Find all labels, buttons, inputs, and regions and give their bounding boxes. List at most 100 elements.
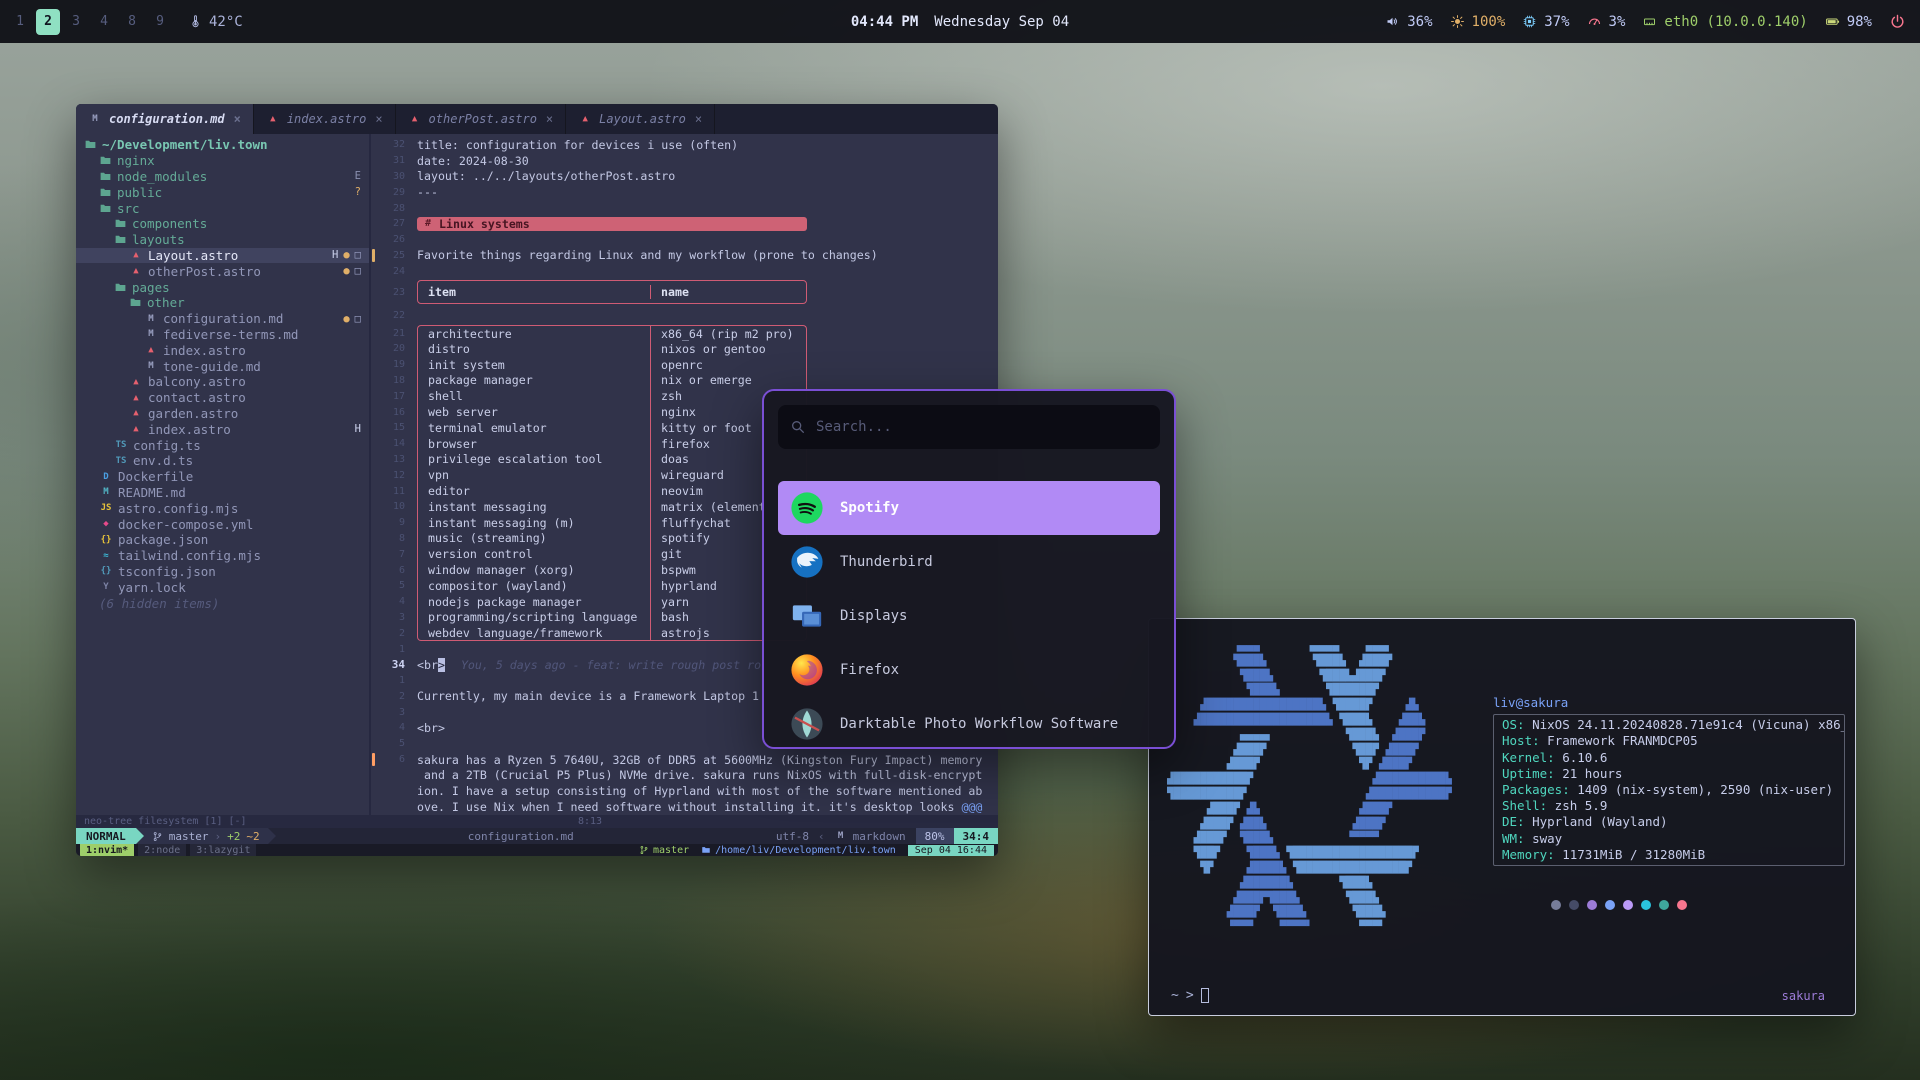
topbar-module-network[interactable]: eth0 (10.0.0.140) xyxy=(1642,14,1807,30)
tree-item-env.d.ts[interactable]: TSenv.d.ts xyxy=(76,453,369,469)
shell-prompt[interactable]: ~ > xyxy=(1171,988,1209,1003)
launcher-item-Displays[interactable]: Displays xyxy=(778,589,1160,643)
tree-item-config.ts[interactable]: TSconfig.ts xyxy=(76,437,369,453)
workspace-2[interactable]: 2 xyxy=(36,9,60,35)
workspace-1[interactable]: 1 xyxy=(8,9,32,35)
power-button[interactable] xyxy=(1889,13,1906,30)
tree-item-contact.astro[interactable]: ▲contact.astro xyxy=(76,390,369,406)
table-cell: instant messaging (m) xyxy=(418,515,651,531)
tree-item-astro.config.mjs[interactable]: JSastro.config.mjs xyxy=(76,500,369,516)
tree-item-configuration.md[interactable]: Mconfiguration.md●□ xyxy=(76,311,369,327)
terminal-window[interactable]: ▗▄▄▄ ▗▄▄▄▄ ▄▄▄▖ ▜███▙ ▜███▙ ▟███▛ ▜███▙ … xyxy=(1148,618,1856,1016)
tree-item-label: tailwind.config.mjs xyxy=(118,548,261,563)
tree-item-index.astro[interactable]: ▲index.astro xyxy=(76,342,369,358)
heading-icon: # xyxy=(425,218,431,229)
tree-item-nginx[interactable]: nginx xyxy=(76,153,369,169)
tree-item-Layout.astro[interactable]: ▲Layout.astroH●□ xyxy=(76,248,369,264)
tree-item-node_modules[interactable]: node_modulesE xyxy=(76,169,369,185)
json-icon: {} xyxy=(99,535,113,545)
tmux-window-3:lazygit[interactable]: 3:lazygit xyxy=(190,844,256,856)
launcher-item-Darktable Photo Workflow Software[interactable]: Darktable Photo Workflow Software xyxy=(778,697,1160,749)
tree-item-pages[interactable]: pages xyxy=(76,279,369,295)
topbar-module-memory[interactable]: 37% xyxy=(1522,14,1569,30)
launcher-item-Spotify[interactable]: Spotify xyxy=(778,481,1160,535)
tree-item-fediverse-terms.md[interactable]: Mfediverse-terms.md xyxy=(76,327,369,343)
neotree-position: 8:13 xyxy=(578,816,602,827)
temperature-module[interactable]: 42°C xyxy=(188,14,243,30)
tree-item-garden.astro[interactable]: ▲garden.astro xyxy=(76,406,369,422)
tree-item-src[interactable]: src xyxy=(76,200,369,216)
table-cell: music (streaming) xyxy=(418,531,651,547)
fetch-info: liv@sakura OS: NixOS 24.11.20240828.71e9… xyxy=(1493,695,1845,910)
close-icon[interactable]: × xyxy=(695,112,702,126)
tree-root[interactable]: ~/Development/liv.town xyxy=(76,137,369,153)
tmux-window-1:nvim*[interactable]: 1:nvim* xyxy=(80,844,134,856)
tree-item-otherPost.astro[interactable]: ▲otherPost.astro●□ xyxy=(76,263,369,279)
table-row: init systemopenrc xyxy=(417,357,807,373)
tree-item-layouts[interactable]: layouts xyxy=(76,232,369,248)
line-number: 7 xyxy=(371,546,417,562)
tree-item-other[interactable]: other xyxy=(76,295,369,311)
tree-item-tailwind.config.mjs[interactable]: ≈tailwind.config.mjs xyxy=(76,548,369,564)
tree-item-(6 hidden items)[interactable]: (6 hidden items) xyxy=(76,595,369,611)
tab-Layout.astro[interactable]: ▲Layout.astro× xyxy=(566,104,715,134)
close-icon[interactable]: × xyxy=(546,112,553,126)
tab-index.astro[interactable]: ▲index.astro× xyxy=(254,104,396,134)
session-label: sakura xyxy=(1782,989,1825,1003)
line-number: 19 xyxy=(371,357,417,373)
fetch-user-host: liv@sakura xyxy=(1493,695,1845,711)
tree-item-tsconfig.json[interactable]: {}tsconfig.json xyxy=(76,564,369,580)
workspace-3[interactable]: 3 xyxy=(64,9,88,35)
topbar-module-volume[interactable]: 36% xyxy=(1385,14,1432,30)
tree-item-docker-compose.yml[interactable]: ◆docker-compose.yml xyxy=(76,516,369,532)
line-number: 18 xyxy=(371,373,417,389)
fetch-info-row: Packages: 1409 (nix-system), 2590 (nix-u… xyxy=(1502,782,1836,798)
tab-otherPost.astro[interactable]: ▲otherPost.astro× xyxy=(396,104,567,134)
workspace-4[interactable]: 4 xyxy=(92,9,116,35)
launcher-item-Thunderbird[interactable]: Thunderbird xyxy=(778,535,1160,589)
line-number: 29 xyxy=(371,184,417,200)
topbar-module-cpu[interactable]: 3% xyxy=(1587,14,1626,30)
file-tree: ~/Development/liv.townnginxnode_modulesE… xyxy=(76,134,371,815)
launcher-item-Firefox[interactable]: Firefox xyxy=(778,643,1160,697)
topbar-module-brightness[interactable]: 100% xyxy=(1450,14,1506,30)
tree-item-yarn.lock[interactable]: Yyarn.lock xyxy=(76,579,369,595)
tree-item-label: env.d.ts xyxy=(133,453,193,468)
fetch-label: Shell: xyxy=(1502,798,1547,813)
tree-item-balcony.astro[interactable]: ▲balcony.astro xyxy=(76,374,369,390)
line-number xyxy=(371,799,417,815)
color-dot xyxy=(1677,900,1687,910)
workspace-9[interactable]: 9 xyxy=(148,9,172,35)
tree-item-package.json[interactable]: {}package.json xyxy=(76,532,369,548)
table-row: privilege escalation tooldoas xyxy=(417,452,807,468)
workspace-switcher: 123489 xyxy=(8,9,172,35)
tree-item-index.astro[interactable]: ▲index.astroH xyxy=(76,421,369,437)
clock[interactable]: 04:44 PM Wednesday Sep 04 xyxy=(851,0,1069,43)
change-marker xyxy=(372,753,375,767)
tree-item-public[interactable]: public? xyxy=(76,184,369,200)
fetch-value: sway xyxy=(1525,831,1563,846)
search-box[interactable] xyxy=(778,405,1160,449)
tree-item-Dockerfile[interactable]: DDockerfile xyxy=(76,469,369,485)
workspace-8[interactable]: 8 xyxy=(120,9,144,35)
statusline: NORMAL master › +2 ~2 configuration.md u… xyxy=(76,828,998,844)
git-branch-icon xyxy=(152,831,163,842)
network-icon xyxy=(1642,14,1657,29)
search-input[interactable] xyxy=(816,419,1148,435)
close-icon[interactable]: × xyxy=(375,112,382,126)
tree-item-label: other xyxy=(147,295,185,310)
js-icon: JS xyxy=(99,503,113,513)
topbar-module-battery[interactable]: 98% xyxy=(1825,14,1872,30)
tree-item-tone-guide.md[interactable]: Mtone-guide.md xyxy=(76,358,369,374)
close-icon[interactable]: × xyxy=(234,112,241,126)
module-value: 37% xyxy=(1544,14,1569,30)
firefox-icon xyxy=(790,653,824,687)
tree-item-README.md[interactable]: MREADME.md xyxy=(76,485,369,501)
line-content: --- xyxy=(417,185,998,199)
astro-icon: ▲ xyxy=(129,393,143,403)
tree-item-components[interactable]: components xyxy=(76,216,369,232)
launcher-item-label: Spotify xyxy=(840,500,899,516)
tmux-window-2:node[interactable]: 2:node xyxy=(138,844,186,856)
tab-configuration.md[interactable]: Mconfiguration.md× xyxy=(76,104,254,134)
astro-icon: ▲ xyxy=(129,424,143,434)
